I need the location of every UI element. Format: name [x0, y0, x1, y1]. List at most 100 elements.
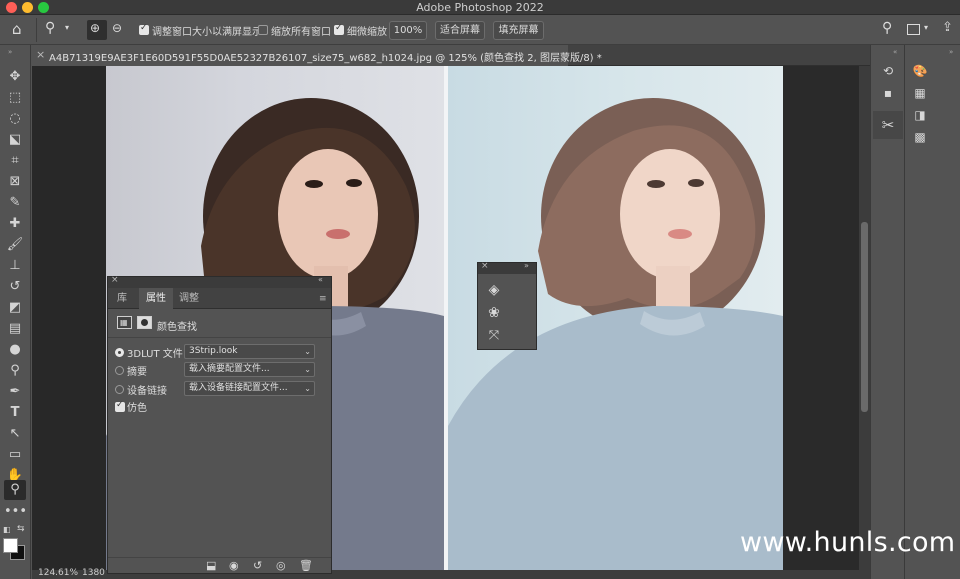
history-brush-tool-icon[interactable]: ↺ — [4, 277, 26, 297]
zoom-out-icon[interactable]: ⊖ — [112, 21, 122, 35]
floating-close-icon[interactable]: × — [481, 261, 489, 271]
dither-checkbox[interactable] — [115, 400, 125, 412]
tab-properties[interactable]: 属性 — [139, 288, 173, 309]
workspace-icon[interactable] — [907, 24, 920, 35]
floating-expand-icon[interactable]: » — [524, 261, 529, 270]
scrubby-zoom-label: 细微缩放 — [347, 27, 387, 38]
zoom-tool-icon[interactable]: ⚲ — [45, 20, 55, 36]
toggle-visibility-icon[interactable]: ◎ — [276, 559, 286, 572]
3dlut-file-value: 3Strip.look — [189, 346, 238, 356]
document-tab-bar: × A4B71319E9AE3F1E60D591F55D0AE52327B261… — [33, 45, 870, 66]
gradient-tool-icon[interactable]: ▤ — [4, 319, 26, 339]
swatches-panel-icon[interactable]: ▦ — [910, 84, 930, 102]
clip-to-layer-icon[interactable]: ⬓ — [206, 559, 216, 572]
default-colors-icon[interactable]: ◧ — [3, 525, 11, 534]
pen-tool-icon[interactable]: ✒ — [4, 382, 26, 402]
paths-panel-icon[interactable]: ⤧ — [484, 327, 504, 345]
fill-screen-button[interactable]: 填充屏幕 — [493, 21, 544, 40]
gradients-panel-icon[interactable]: ◨ — [910, 106, 930, 124]
properties-panel-footer: ⬓ ◉ ↺ ◎ 🗑 — [108, 557, 331, 573]
crop-tool-icon[interactable]: ⌗ — [4, 151, 26, 171]
frame-tool-icon[interactable]: ⊠ — [4, 172, 26, 192]
adjustment-layer-icon[interactable]: ▦ — [117, 316, 132, 329]
view-previous-icon[interactable]: ◉ — [229, 559, 239, 572]
toolbar-collapse-icon[interactable]: » — [8, 48, 12, 56]
type-tool-icon[interactable]: T — [4, 403, 26, 423]
collapsed-panel-dock: « ⟲ ▪ ✂ — [870, 45, 904, 579]
properties-tab-bar: 库 属性 调整 ≡ — [108, 288, 331, 309]
status-document-size: 1380 — [82, 568, 105, 578]
tab-adjustments[interactable]: 调整 — [175, 288, 203, 309]
path-selection-tool-icon[interactable]: ↖ — [4, 424, 26, 444]
lasso-tool-icon[interactable]: ◌ — [4, 109, 26, 129]
dock-collapse-icon[interactable]: « — [893, 48, 897, 56]
brush-settings-panel-button[interactable]: ✂ — [873, 111, 903, 139]
device-link-select[interactable]: 载入设备链接配置文件... ⌄ — [184, 381, 315, 396]
edit-toolbar-icon[interactable]: ••• — [4, 502, 27, 522]
reset-adjustments-icon[interactable]: ↺ — [253, 559, 262, 572]
resize-windows-checkbox[interactable] — [139, 23, 149, 35]
floating-panel-header[interactable]: × » — [478, 261, 536, 274]
layers-panel-icon[interactable]: ◈ — [484, 281, 504, 299]
workspace-chevron-icon[interactable]: ▾ — [924, 23, 928, 32]
zoom-tool-active-icon[interactable]: ⚲ — [4, 480, 26, 500]
eyedropper-tool-icon[interactable]: ✎ — [4, 193, 26, 213]
device-link-radio[interactable] — [115, 385, 124, 394]
panel-close-icon[interactable]: × — [111, 275, 119, 285]
fit-screen-button[interactable]: 适合屏幕 — [435, 21, 485, 40]
divider — [36, 18, 37, 42]
document-tab-label: A4B71319E9AE3F1E60D591F55D0AE52327B26107… — [49, 53, 602, 64]
window-title: Adobe Photoshop 2022 — [416, 1, 544, 14]
vertical-scrollbar-thumb[interactable] — [861, 222, 868, 412]
panel-dock: » 🎨 ▦ ◨ ▩ — [904, 45, 960, 579]
scrubby-zoom-checkbox[interactable] — [334, 23, 344, 35]
tool-preset-chevron-icon[interactable]: ▾ — [65, 23, 69, 32]
history-panel-icon[interactable]: ⟲ — [878, 62, 898, 80]
tab-libraries[interactable]: 库 — [108, 288, 136, 309]
document-tab[interactable]: × A4B71319E9AE3F1E60D591F55D0AE52327B261… — [33, 45, 602, 66]
floating-panel-group: × » ◈ ❀ ⤧ — [477, 261, 537, 350]
marquee-tool-icon[interactable]: ⬚ — [4, 88, 26, 108]
layer-mask-icon[interactable] — [137, 316, 152, 329]
stamp-tool-icon[interactable]: ⊥ — [4, 256, 26, 276]
eraser-tool-icon[interactable]: ◩ — [4, 298, 26, 318]
close-tab-icon[interactable]: × — [36, 48, 45, 61]
status-zoom[interactable]: 124.61% — [38, 568, 78, 578]
search-icon[interactable]: ⚲ — [882, 20, 892, 36]
patterns-panel-icon[interactable]: ▩ — [910, 128, 930, 146]
panel-collapse-icon[interactable]: « — [318, 275, 323, 284]
resize-windows-label: 调整窗口大小以满屏显示 — [152, 27, 262, 38]
chevron-down-icon: ⌄ — [304, 384, 311, 393]
zoom-100-button[interactable]: 100% — [389, 21, 427, 40]
delete-adjustment-icon[interactable]: 🗑 — [299, 559, 313, 572]
color-panel-icon[interactable]: 🎨 — [910, 62, 930, 80]
healing-brush-tool-icon[interactable]: ✚ — [4, 214, 26, 234]
zoom-in-button[interactable]: ⊕ — [87, 20, 107, 40]
zoom-in-icon: ⊕ — [90, 21, 101, 35]
home-icon[interactable]: ⌂ — [12, 20, 22, 38]
foreground-color-swatch[interactable] — [3, 538, 18, 553]
abstract-radio[interactable] — [115, 366, 124, 375]
device-link-value: 载入设备链接配置文件... — [189, 383, 288, 393]
chevron-down-icon: ⌄ — [304, 365, 311, 374]
zoom-all-windows-label: 缩放所有窗口 — [271, 27, 331, 38]
properties-panel-header[interactable]: × « — [108, 275, 331, 288]
3dlut-file-radio[interactable] — [115, 348, 124, 357]
blur-tool-icon[interactable]: ● — [4, 340, 26, 360]
channels-panel-icon[interactable]: ❀ — [484, 304, 504, 322]
dodge-tool-icon[interactable]: ⚲ — [4, 361, 26, 381]
dock2-collapse-icon[interactable]: » — [949, 48, 953, 56]
swap-colors-icon[interactable]: ⇆ — [17, 524, 25, 534]
rectangle-tool-icon[interactable]: ▭ — [4, 445, 26, 465]
actions-panel-icon[interactable]: ▪ — [878, 84, 898, 102]
move-tool-icon[interactable]: ✥ — [4, 67, 26, 87]
3dlut-file-select[interactable]: 3Strip.look ⌄ — [184, 344, 315, 359]
title-bar: Adobe Photoshop 2022 — [0, 0, 960, 15]
share-icon[interactable]: ⇪ — [942, 20, 953, 35]
zoom-all-windows-checkbox[interactable] — [258, 25, 268, 35]
divider — [108, 337, 331, 338]
panel-menu-icon[interactable]: ≡ — [319, 294, 327, 304]
abstract-select[interactable]: 载入摘要配置文件... ⌄ — [184, 362, 315, 377]
object-selection-tool-icon[interactable]: ⬕ — [4, 130, 26, 150]
brush-tool-icon[interactable]: 🖌 — [4, 235, 26, 255]
